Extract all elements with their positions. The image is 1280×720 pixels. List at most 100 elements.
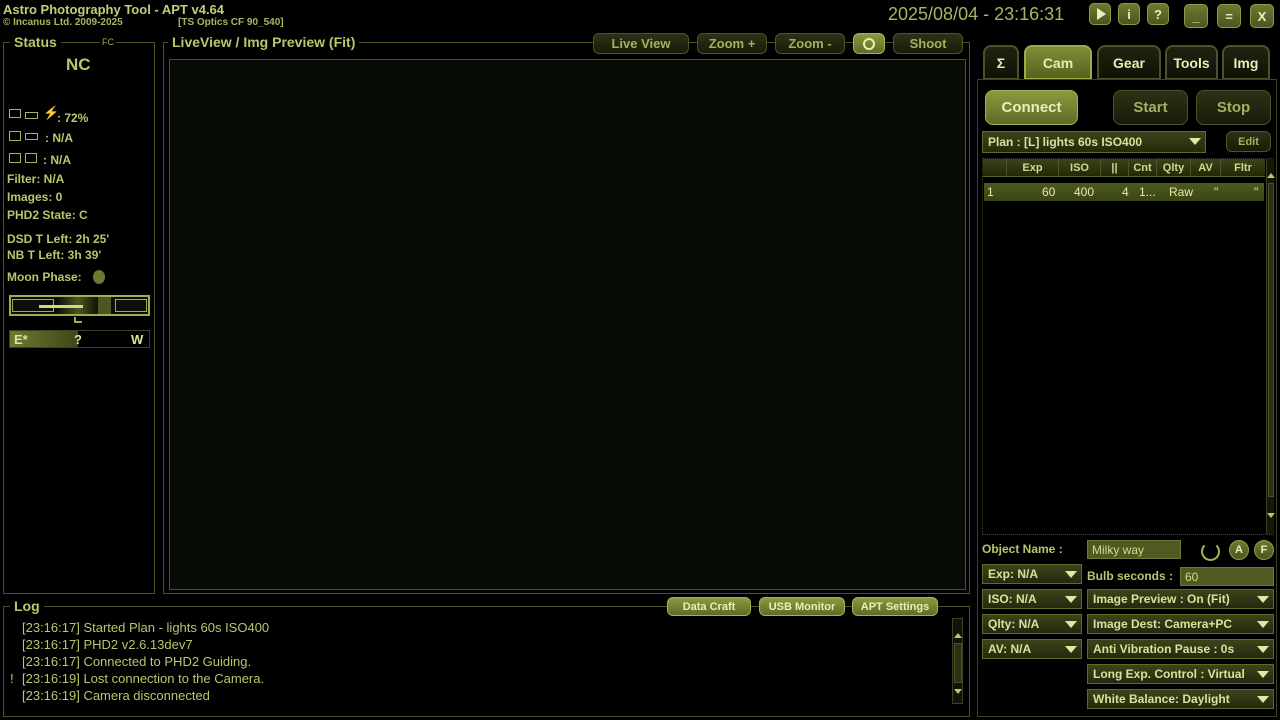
nb-time-left: NB T Left: 3h 39' bbox=[7, 248, 102, 262]
exp-label: Exp: N/A bbox=[988, 567, 1039, 581]
chevron-down-icon bbox=[1065, 621, 1077, 628]
cooler-icon bbox=[25, 153, 37, 163]
close-button[interactable]: X bbox=[1250, 4, 1274, 28]
stop-button[interactable]: Stop bbox=[1196, 90, 1271, 125]
tab-cam[interactable]: Cam bbox=[1024, 45, 1092, 80]
tab-tools[interactable]: Tools bbox=[1165, 45, 1218, 80]
col-quality: Qlty bbox=[1157, 159, 1191, 177]
iso-label: ISO: N/A bbox=[988, 592, 1037, 606]
camera-icon bbox=[9, 153, 21, 163]
start-button[interactable]: Start bbox=[1113, 90, 1188, 125]
av-dropdown[interactable]: AV: N/A bbox=[982, 639, 1082, 659]
minimize-button[interactable]: _ bbox=[1184, 4, 1208, 28]
row-filter: " bbox=[1254, 185, 1259, 199]
zoom-out-button[interactable]: Zoom - bbox=[775, 33, 845, 54]
moon-phase-label: Moon Phase: bbox=[7, 270, 82, 284]
camera-status: : N/A bbox=[45, 131, 73, 145]
row-quality: Raw bbox=[1169, 185, 1194, 199]
scroll-down-icon bbox=[954, 689, 962, 694]
info-icon: i bbox=[1127, 6, 1131, 22]
live-view-button[interactable]: Live View bbox=[593, 33, 689, 54]
anti-vibration-dropdown[interactable]: Anti Vibration Pause : 0s bbox=[1087, 639, 1274, 659]
f-button[interactable]: F bbox=[1254, 540, 1274, 560]
log-line: [23:16:17] Started Plan - lights 60s ISO… bbox=[22, 620, 270, 635]
battery-level: : 72% bbox=[57, 111, 89, 125]
plan-label: Plan : [L] lights 60s ISO400 bbox=[988, 135, 1143, 149]
connect-button[interactable]: Connect bbox=[985, 90, 1078, 125]
data-craft-button[interactable]: Data Craft bbox=[667, 597, 751, 616]
row-count: 1... bbox=[1139, 185, 1156, 199]
west-label: W bbox=[131, 332, 144, 347]
chevron-down-icon bbox=[1065, 571, 1077, 578]
image-preview-area[interactable] bbox=[169, 59, 966, 590]
quality-dropdown[interactable]: Qlty: N/A bbox=[982, 614, 1082, 634]
log-title: Log bbox=[10, 598, 44, 614]
bulb-seconds-label: Bulb seconds : bbox=[1087, 569, 1174, 583]
apt-settings-button[interactable]: APT Settings bbox=[852, 597, 938, 616]
image-dest-dropdown[interactable]: Image Dest: Camera+PC bbox=[1087, 614, 1274, 634]
image-dest-label: Image Dest: Camera+PC bbox=[1093, 617, 1233, 631]
card-icon bbox=[25, 133, 38, 140]
white-balance-dropdown[interactable]: White Balance: Daylight bbox=[1087, 689, 1274, 709]
scroll-thumb[interactable] bbox=[1268, 183, 1274, 497]
log-scrollbar[interactable] bbox=[952, 618, 963, 704]
log-line: [23:16:19] Lost connection to the Camera… bbox=[22, 671, 265, 686]
chevron-down-icon bbox=[1065, 646, 1077, 653]
edit-plan-button[interactable]: Edit bbox=[1226, 131, 1271, 152]
col-pause: || bbox=[1101, 159, 1129, 177]
quality-label: Qlty: N/A bbox=[988, 617, 1040, 631]
image-preview-dropdown[interactable]: Image Preview : On (Fit) bbox=[1087, 589, 1274, 609]
tab-gear[interactable]: Gear bbox=[1097, 45, 1161, 80]
unknown-label: ? bbox=[74, 332, 82, 347]
table-row[interactable]: 1 60 400 4 1... Raw " " bbox=[984, 183, 1264, 201]
a-button[interactable]: A bbox=[1229, 540, 1249, 560]
refresh-icon[interactable] bbox=[1201, 542, 1220, 561]
play-button[interactable] bbox=[1089, 3, 1111, 25]
cooler-status: : N/A bbox=[43, 153, 71, 167]
zoom-in-button[interactable]: Zoom + bbox=[697, 33, 767, 54]
profile-name: [TS Optics CF 90_540] bbox=[178, 17, 284, 28]
crosshair-icon bbox=[863, 37, 875, 50]
table-header: Exp ISO || Cnt Qlty AV Fltr bbox=[983, 159, 1265, 177]
shoot-button[interactable]: Shoot bbox=[893, 33, 963, 54]
object-name-label: Object Name : bbox=[982, 542, 1063, 556]
white-balance-label: White Balance: Daylight bbox=[1093, 692, 1230, 706]
av-label: AV: N/A bbox=[988, 642, 1032, 656]
help-button[interactable]: ? bbox=[1147, 3, 1169, 25]
minimize-icon: _ bbox=[1192, 8, 1200, 24]
long-exp-control-label: Long Exp. Control : Virtual bbox=[1093, 667, 1245, 681]
table-scrollbar[interactable] bbox=[1266, 159, 1275, 534]
pier-side-bar: E* ? W bbox=[9, 330, 150, 348]
exp-dropdown[interactable]: Exp: N/A bbox=[982, 564, 1082, 584]
maximize-button[interactable]: = bbox=[1217, 4, 1241, 28]
object-name-input[interactable]: Milky way bbox=[1087, 540, 1181, 559]
plan-dropdown[interactable]: Plan : [L] lights 60s ISO400 bbox=[982, 131, 1206, 153]
meridian-marker bbox=[74, 317, 82, 323]
tab-sigma[interactable]: Σ bbox=[983, 45, 1019, 80]
long-exp-control-dropdown[interactable]: Long Exp. Control : Virtual bbox=[1087, 664, 1274, 684]
col-av: AV bbox=[1191, 159, 1221, 177]
scroll-up-icon bbox=[1267, 173, 1275, 178]
row-exp: 60 bbox=[1042, 185, 1056, 199]
col-filter: Fltr bbox=[1234, 162, 1252, 174]
usb-monitor-button[interactable]: USB Monitor bbox=[759, 597, 845, 616]
bulb-seconds-input[interactable]: 60 bbox=[1180, 567, 1274, 586]
row-iso: 400 bbox=[1074, 185, 1095, 199]
tab-img[interactable]: Img bbox=[1222, 45, 1270, 80]
iso-dropdown[interactable]: ISO: N/A bbox=[982, 589, 1082, 609]
maximize-icon: = bbox=[1225, 8, 1233, 24]
east-label: E* bbox=[14, 332, 28, 347]
scroll-up-icon bbox=[954, 633, 962, 638]
fc-label: FC bbox=[100, 37, 116, 47]
info-button[interactable]: i bbox=[1118, 3, 1140, 25]
dsd-time-left: DSD T Left: 2h 25' bbox=[7, 232, 110, 246]
help-icon: ? bbox=[1154, 6, 1162, 22]
log-line: [23:16:17] Connected to PHD2 Guiding. bbox=[22, 654, 252, 669]
chevron-down-icon bbox=[1257, 646, 1269, 653]
scroll-thumb[interactable] bbox=[954, 643, 962, 683]
chevron-down-icon bbox=[1257, 621, 1269, 628]
col-index bbox=[983, 159, 1007, 177]
image-preview-label: Image Preview : On (Fit) bbox=[1093, 592, 1230, 606]
crosshair-button[interactable] bbox=[853, 33, 885, 54]
chevron-down-icon bbox=[1257, 596, 1269, 603]
